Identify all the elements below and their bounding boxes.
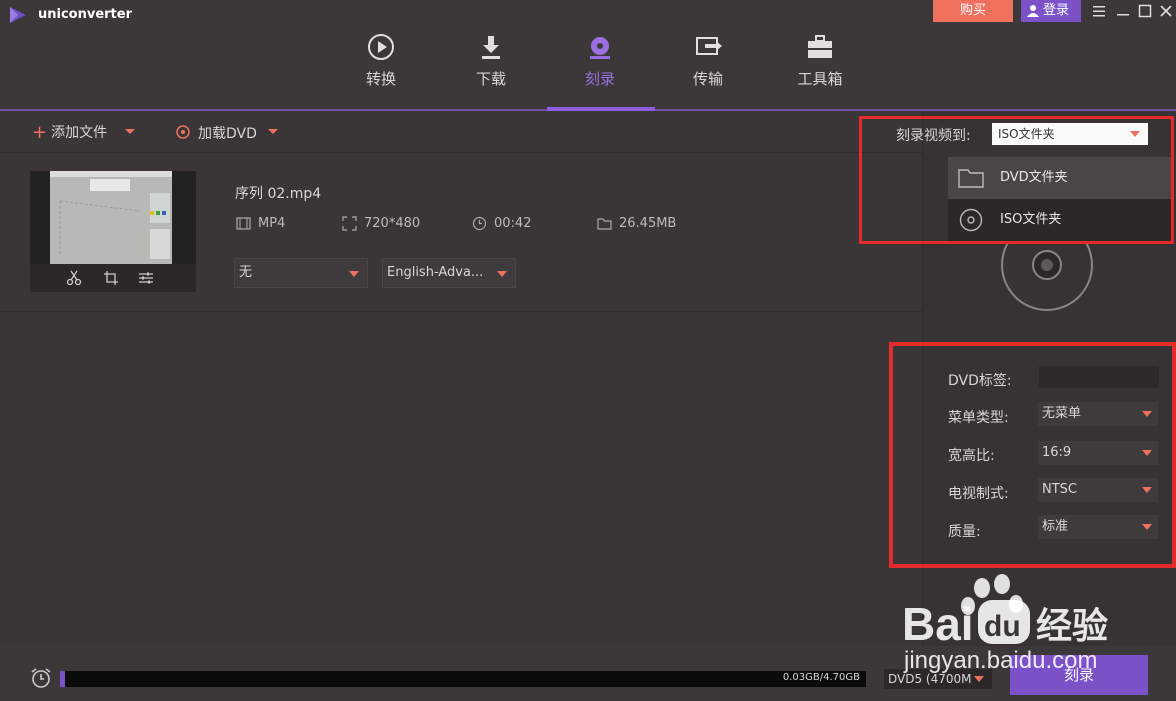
file-resolution-value: 720*480 bbox=[364, 216, 421, 231]
download-icon bbox=[482, 36, 500, 59]
tab-burn-label: 刻录 bbox=[584, 70, 615, 88]
add-file-dropdown-icon[interactable] bbox=[125, 129, 135, 134]
file-name: 序列 02.mp4 bbox=[235, 186, 322, 202]
file-duration-value: 00:42 bbox=[494, 216, 532, 231]
video-preview-image bbox=[50, 171, 172, 264]
video-thumbnail[interactable] bbox=[30, 171, 196, 292]
maximize-icon[interactable] bbox=[1136, 2, 1154, 20]
film-icon bbox=[236, 217, 251, 230]
subtitle-value: 无 bbox=[239, 265, 253, 280]
tab-toolbox-label: 工具箱 bbox=[797, 70, 843, 88]
toolbox-icon bbox=[808, 35, 832, 58]
disc-icon bbox=[176, 125, 190, 139]
folder-icon bbox=[597, 218, 612, 230]
capacity-text: 0.03GB/4.70GB bbox=[782, 672, 860, 683]
tab-transfer-label: 传输 bbox=[692, 70, 723, 88]
watermark-suffix: 经验 bbox=[1036, 606, 1108, 647]
file-format-value: MP4 bbox=[258, 216, 286, 231]
file-duration: 00:42 bbox=[472, 216, 531, 231]
add-file-button[interactable]: + 添加文件 bbox=[32, 122, 107, 143]
crop-icon[interactable] bbox=[103, 270, 119, 286]
user-icon bbox=[1027, 5, 1039, 17]
top-bar: uniconverter 购买 登录 转换 下载 刻录 传输 工具箱 bbox=[0, 0, 1176, 112]
load-dvd-button[interactable]: 加载DVD bbox=[176, 123, 257, 143]
app-name: uniconverter bbox=[38, 7, 133, 22]
burn-disc-icon bbox=[590, 37, 610, 59]
adjust-icon[interactable] bbox=[138, 270, 154, 286]
file-size-value: 26.45MB bbox=[619, 216, 677, 231]
chevron-down-icon bbox=[349, 271, 359, 277]
buy-button[interactable]: 购买 bbox=[933, 0, 1013, 22]
app-logo-icon bbox=[10, 7, 26, 23]
tab-download-label: 下载 bbox=[475, 70, 506, 88]
watermark-brand: Bai bbox=[902, 598, 974, 650]
alarm-clock-icon[interactable] bbox=[30, 667, 52, 689]
resolution-icon bbox=[342, 216, 357, 231]
baidu-jingyan-watermark: Bai du 经验 jingyan.baidu.com bbox=[902, 574, 1108, 674]
file-size: 26.45MB bbox=[597, 216, 676, 231]
close-icon[interactable] bbox=[1157, 2, 1175, 20]
tab-toolbox[interactable]: 工具箱 bbox=[775, 30, 865, 110]
login-button[interactable]: 登录 bbox=[1021, 0, 1081, 22]
minimize-icon[interactable] bbox=[1114, 2, 1132, 20]
chevron-down-icon bbox=[497, 271, 507, 277]
highlight-box-dvd-settings bbox=[889, 342, 1176, 568]
subtitle-select[interactable]: 无 bbox=[234, 258, 368, 288]
cut-icon[interactable] bbox=[66, 270, 82, 286]
clock-icon bbox=[472, 216, 487, 231]
tab-convert-label: 转换 bbox=[365, 70, 396, 88]
tab-burn[interactable]: 刻录 bbox=[555, 30, 645, 110]
load-dvd-label: 加载DVD bbox=[198, 126, 257, 142]
transfer-icon bbox=[696, 37, 722, 55]
load-dvd-dropdown-icon[interactable] bbox=[268, 129, 278, 134]
disc-capacity-bar: 0.03GB/4.70GB bbox=[60, 671, 866, 687]
disc-capacity-fill bbox=[60, 671, 65, 687]
file-item: 序列 02.mp4 MP4 720*480 00:42 26.45MB 无 En… bbox=[0, 154, 922, 312]
file-resolution: 720*480 bbox=[342, 216, 420, 231]
watermark-brand-2: du bbox=[984, 610, 1021, 643]
login-label: 登录 bbox=[1043, 3, 1070, 18]
add-file-label: 添加文件 bbox=[51, 125, 108, 141]
play-circle-icon bbox=[368, 34, 394, 60]
thumbnail-toolbar bbox=[30, 264, 196, 292]
watermark-url: jingyan.baidu.com bbox=[903, 647, 1097, 674]
plus-icon: + bbox=[32, 122, 48, 143]
tab-download[interactable]: 下载 bbox=[446, 30, 536, 110]
audio-track-select[interactable]: English-Adva... bbox=[382, 258, 516, 288]
audio-track-value: English-Adva... bbox=[387, 265, 484, 280]
file-format: MP4 bbox=[236, 216, 285, 231]
tab-transfer[interactable]: 传输 bbox=[663, 30, 753, 110]
tab-convert[interactable]: 转换 bbox=[336, 30, 426, 110]
toolbar: + 添加文件 加载DVD bbox=[0, 112, 922, 153]
active-tab-indicator bbox=[547, 107, 655, 111]
highlight-box-burn-target bbox=[859, 116, 1174, 244]
menu-icon[interactable] bbox=[1090, 2, 1108, 20]
